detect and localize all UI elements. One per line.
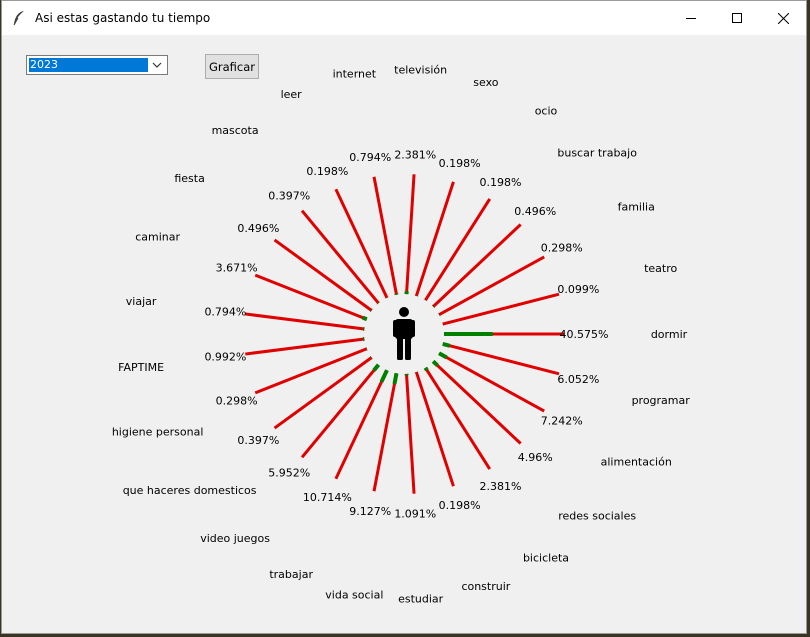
progress-17 [379, 369, 389, 383]
percent-label-17: 10.714% [303, 491, 352, 504]
graph-button[interactable]: Graficar [205, 54, 259, 79]
bar-19 [405, 373, 416, 494]
percent-label-15: 0.397% [237, 434, 279, 447]
percent-label-11: 3.671% [216, 262, 258, 275]
progress-24 [442, 342, 451, 348]
category-label-15: que haceres domesticos [123, 484, 257, 497]
bar-6 [405, 174, 416, 295]
client-area: 40.575% dormir 0.099% teatro 0.298% familia 0.… [2, 35, 806, 633]
chevron-down-icon[interactable] [149, 58, 165, 72]
percent-label-23: 7.242% [541, 415, 583, 428]
category-label-0: dormir [651, 328, 688, 341]
category-label-17: trabajar [269, 568, 313, 581]
bar-11 [254, 273, 368, 321]
close-icon [777, 12, 789, 24]
progress-11 [361, 315, 368, 322]
percent-label-7: 0.794% [349, 151, 391, 164]
category-label-11: caminar [135, 230, 180, 243]
percent-label-3: 0.496% [514, 205, 556, 218]
category-label-18: vida social [325, 588, 383, 601]
category-label-16: video juegos [200, 532, 270, 545]
category-label-5: sexo [473, 76, 498, 89]
category-label-2: familia [618, 200, 655, 213]
progress-23 [438, 351, 448, 360]
progress-16 [372, 363, 381, 372]
title-bar[interactable]: Asi estas gastando tu tiempo [2, 1, 806, 35]
category-label-12: viajar [126, 295, 157, 308]
bar-13 [245, 337, 365, 356]
percent-label-4: 0.198% [479, 176, 521, 189]
bar-12 [245, 312, 365, 331]
category-label-19: estudiar [398, 592, 444, 605]
window-title: Asi estas gastando tu tiempo [35, 11, 211, 25]
category-label-21: bicicleta [523, 552, 569, 565]
percent-label-18: 9.127% [349, 505, 391, 518]
category-label-10: fiesta [174, 172, 204, 185]
bar-24 [442, 342, 560, 376]
minimize-button[interactable] [668, 1, 714, 35]
percent-label-19: 1.091% [394, 508, 436, 521]
category-label-20: construir [461, 580, 510, 593]
close-button[interactable] [760, 1, 806, 35]
percent-label-10: 0.496% [237, 222, 279, 235]
category-label-13: FAPTIME [118, 361, 164, 374]
percent-label-22: 4.96% [518, 451, 553, 464]
percent-label-9: 0.397% [268, 189, 310, 202]
feather-icon [11, 10, 27, 26]
percent-label-16: 5.952% [268, 467, 310, 480]
percent-label-24: 6.052% [557, 373, 599, 386]
category-label-23: alimentación [601, 456, 672, 469]
bar-1 [442, 292, 560, 326]
bar-20 [414, 371, 455, 487]
percent-label-21: 2.381% [479, 480, 521, 493]
percent-label-20: 0.198% [439, 499, 481, 512]
year-select[interactable]: 2023 [26, 55, 168, 75]
category-label-22: redes sociales [558, 509, 636, 522]
percent-label-12: 0.794% [204, 305, 246, 318]
bar-14 [254, 347, 368, 395]
category-label-24: programar [632, 394, 691, 407]
maximize-button[interactable] [714, 1, 760, 35]
person-icon [393, 307, 415, 360]
category-label-4: ocio [535, 104, 558, 117]
percent-label-14: 0.298% [216, 394, 258, 407]
app-window: Asi estas gastando tu tiempo 40.575% dorm… [1, 0, 807, 634]
category-label-3: buscar trabajo [557, 147, 637, 160]
percent-label-5: 0.198% [439, 157, 481, 170]
category-label-6: televisión [394, 64, 447, 77]
maximize-icon [732, 13, 742, 23]
progress-22 [431, 359, 439, 367]
bar-5 [414, 181, 455, 297]
percent-label-0: 40.575% [560, 328, 609, 341]
percent-label-13: 0.992% [204, 351, 246, 364]
progress-18 [392, 372, 399, 385]
category-label-9: mascota [212, 124, 259, 137]
percent-label-6: 2.381% [394, 148, 436, 161]
progress-21 [423, 366, 429, 372]
year-select-value: 2023 [29, 58, 148, 72]
minimize-icon [686, 18, 696, 19]
percent-label-1: 0.099% [557, 283, 599, 296]
category-label-1: teatro [644, 262, 677, 275]
radial-chart: 40.575% dormir 0.099% teatro 0.298% familia 0.… [112, 64, 691, 606]
percent-label-2: 0.298% [541, 241, 583, 254]
category-label-8: leer [281, 88, 303, 101]
category-label-14: higiene personal [112, 426, 204, 439]
category-label-7: internet [333, 68, 377, 81]
percent-label-8: 0.198% [306, 165, 348, 178]
